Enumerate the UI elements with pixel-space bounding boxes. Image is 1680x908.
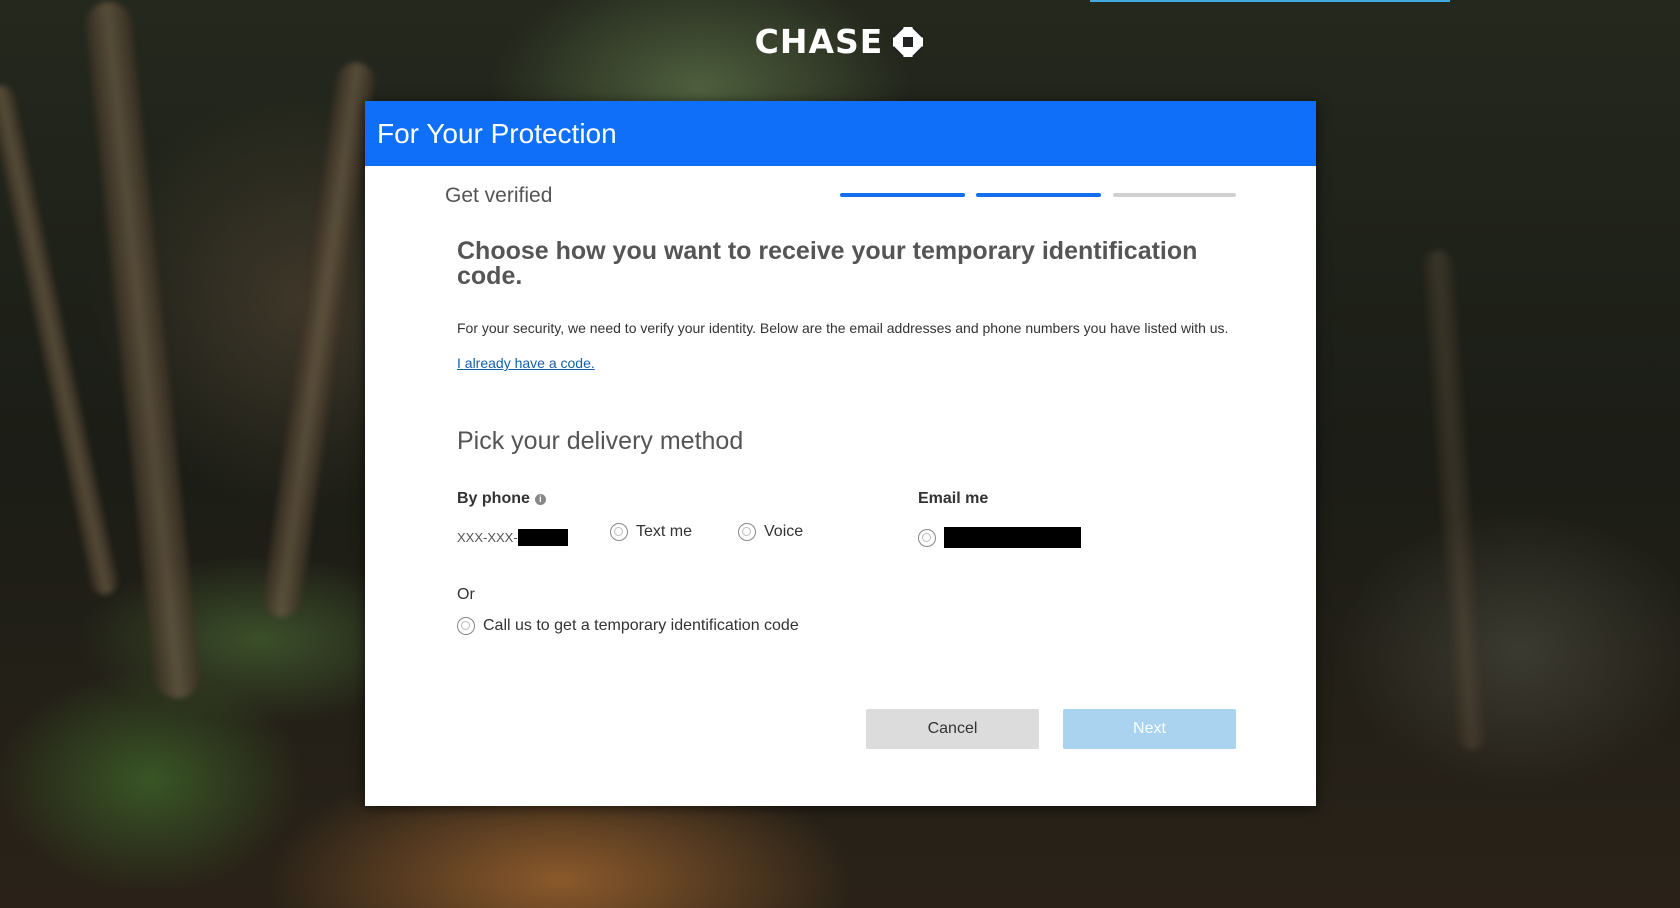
text-me-option[interactable]: Text me	[610, 523, 692, 541]
chase-octagon-icon	[892, 25, 925, 58]
phone-number: XXX-XXX-	[457, 529, 568, 546]
by-phone-title: By phone i	[457, 490, 546, 508]
email-radio[interactable]	[918, 528, 936, 547]
verification-dialog: For Your Protection Get verified Choose …	[365, 101, 1316, 806]
page-heading: Choose how you want to receive your temp…	[457, 237, 1198, 290]
phone-number-prefix: XXX-XXX-	[457, 530, 518, 545]
cancel-button[interactable]: Cancel	[866, 709, 1039, 749]
chase-logo: CHASE	[0, 22, 1680, 61]
dialog-content: Choose how you want to receive your temp…	[457, 237, 1237, 635]
dialog-actions: Cancel Next	[866, 709, 1236, 749]
progress-step-2-complete	[976, 193, 1101, 197]
redacted-phone-digits	[517, 529, 568, 546]
step-label: Get verified	[445, 184, 553, 207]
dialog-header: For Your Protection	[365, 101, 1316, 166]
delivery-methods: By phone i XXX-XXX- Text me Voice Email m…	[457, 490, 1237, 635]
delivery-method-heading: Pick your delivery method	[457, 427, 744, 455]
progress-step-1-complete	[840, 193, 965, 197]
next-button[interactable]: Next	[1063, 709, 1236, 749]
progress-step-3-pending	[1113, 193, 1236, 197]
top-accent-line	[1090, 0, 1450, 2]
voice-option[interactable]: Voice	[738, 523, 803, 541]
step-indicator: Get verified	[365, 166, 1316, 224]
redacted-email-address	[944, 527, 1081, 548]
call-us-label: Call us to get a temporary identificatio…	[483, 617, 799, 634]
already-have-code-link[interactable]: I already have a code.	[457, 355, 595, 371]
security-description: For your security, we need to verify you…	[457, 320, 1229, 336]
info-icon[interactable]: i	[534, 494, 546, 505]
voice-radio[interactable]	[738, 523, 756, 541]
by-phone-label: By phone	[457, 490, 530, 507]
text-me-label: Text me	[636, 523, 693, 540]
email-option[interactable]	[918, 527, 1081, 548]
call-us-option[interactable]: Call us to get a temporary identificatio…	[457, 617, 799, 635]
voice-label: Voice	[764, 523, 804, 540]
text-me-radio[interactable]	[610, 523, 628, 541]
email-me-title: Email me	[918, 490, 989, 507]
call-us-radio[interactable]	[457, 617, 475, 635]
logo-text: CHASE	[754, 22, 884, 61]
or-label: Or	[457, 586, 475, 603]
dialog-title: For Your Protection	[377, 117, 617, 149]
